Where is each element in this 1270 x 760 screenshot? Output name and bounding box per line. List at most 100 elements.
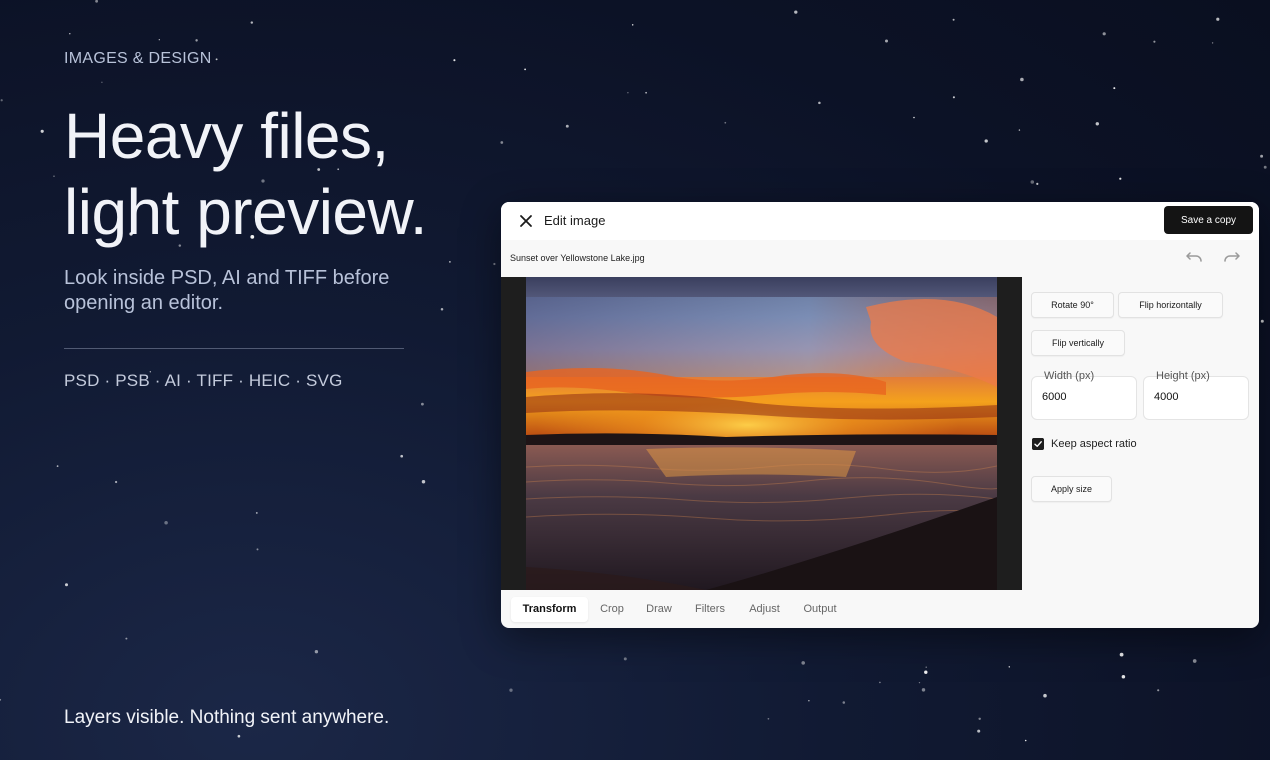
width-label: Width (px) [1044, 370, 1095, 382]
rotate-button[interactable]: Rotate 90° [1031, 292, 1114, 318]
footer-tagline: Layers visible. Nothing sent anywhere. [64, 707, 390, 728]
star [925, 666, 927, 668]
panel-title: Edit image [544, 213, 606, 228]
star [0, 99, 3, 102]
star [524, 68, 526, 71]
tab-output[interactable]: Output [797, 597, 843, 622]
star [1018, 129, 1021, 131]
star [1216, 17, 1220, 21]
star [53, 175, 55, 178]
star [724, 121, 727, 124]
star [400, 454, 404, 458]
star [1153, 40, 1156, 43]
height-label: Height (px) [1156, 370, 1210, 382]
apply-size-button[interactable]: Apply size [1031, 476, 1112, 502]
file-name: Sunset over Yellowstone Lake.jpg [510, 253, 645, 263]
eyebrow-label: IMAGES & DESIGN [64, 50, 212, 67]
star [493, 262, 496, 266]
headline: Heavy files, light preview. [64, 98, 464, 250]
keep-aspect-checkbox[interactable] [1032, 438, 1044, 450]
star [921, 688, 926, 692]
star [1211, 42, 1214, 44]
star [767, 717, 770, 720]
star [627, 92, 629, 94]
tab-draw[interactable]: Draw [640, 597, 678, 622]
star [631, 24, 634, 26]
star [1119, 177, 1122, 180]
close-icon[interactable] [517, 212, 535, 230]
star [978, 717, 981, 721]
star [1260, 319, 1264, 323]
star [984, 139, 988, 143]
star [808, 700, 810, 702]
star [125, 637, 128, 640]
star [645, 91, 647, 94]
headline-line-1: Heavy files, [64, 100, 389, 172]
star [64, 583, 69, 587]
flip-vertically-button[interactable]: Flip vertically [1031, 330, 1125, 356]
redo-icon[interactable] [1223, 250, 1241, 264]
star [1095, 122, 1100, 126]
star [500, 141, 504, 144]
star [818, 101, 821, 105]
save-copy-button[interactable]: Save a copy [1164, 206, 1253, 234]
star [69, 32, 71, 35]
star [952, 18, 955, 21]
star [842, 701, 846, 704]
tab-transform[interactable]: Transform [511, 597, 588, 622]
star [924, 670, 928, 674]
star [801, 661, 805, 665]
tab-adjust[interactable]: Adjust [743, 597, 786, 622]
star [95, 0, 98, 3]
image-canvas[interactable] [501, 277, 1022, 590]
tab-crop[interactable]: Crop [594, 597, 630, 622]
star [1102, 32, 1106, 36]
width-input[interactable] [1042, 391, 1122, 403]
star [1036, 182, 1039, 185]
star [918, 681, 921, 684]
star [250, 21, 254, 24]
keep-aspect-label: Keep aspect ratio [1051, 438, 1137, 450]
width-field: Width (px) [1031, 370, 1137, 420]
star [879, 681, 881, 684]
star [255, 511, 258, 514]
star [913, 116, 915, 119]
star [1020, 77, 1024, 82]
star [421, 480, 426, 484]
star [114, 480, 118, 484]
star [885, 39, 888, 43]
star [314, 650, 319, 654]
undo-icon[interactable] [1185, 250, 1203, 264]
height-field: Height (px) [1143, 370, 1249, 420]
edit-image-panel: Edit image Save a copy Sunset over Yello… [501, 202, 1259, 628]
headline-line-2: light preview. [64, 176, 427, 248]
star [1030, 180, 1035, 184]
star [1157, 689, 1160, 692]
star [1024, 739, 1027, 742]
star [952, 96, 955, 99]
star [1113, 87, 1116, 90]
star [1043, 693, 1047, 698]
hero-section: IMAGES & DESIGN Heavy files, light previ… [64, 50, 464, 391]
subheadline: Look inside PSD, AI and TIFF before open… [64, 266, 464, 316]
star [623, 657, 627, 661]
star [164, 521, 168, 525]
star [1008, 666, 1011, 668]
star [509, 688, 513, 692]
star [421, 402, 424, 406]
divider [64, 348, 404, 349]
star [237, 734, 241, 738]
subheadline-line-1: Look inside PSD, AI and TIFF before [64, 267, 390, 289]
flip-horizontally-button[interactable]: Flip horizontally [1118, 292, 1223, 318]
star [977, 729, 981, 733]
star [1192, 659, 1197, 663]
star [1260, 154, 1264, 158]
star [1263, 165, 1267, 169]
subheadline-line-2: opening an editor. [64, 292, 224, 314]
star [56, 465, 59, 467]
tab-filters[interactable]: Filters [689, 597, 731, 622]
star [40, 129, 44, 133]
height-input[interactable] [1154, 391, 1234, 403]
star [158, 39, 160, 41]
star [1121, 675, 1126, 679]
